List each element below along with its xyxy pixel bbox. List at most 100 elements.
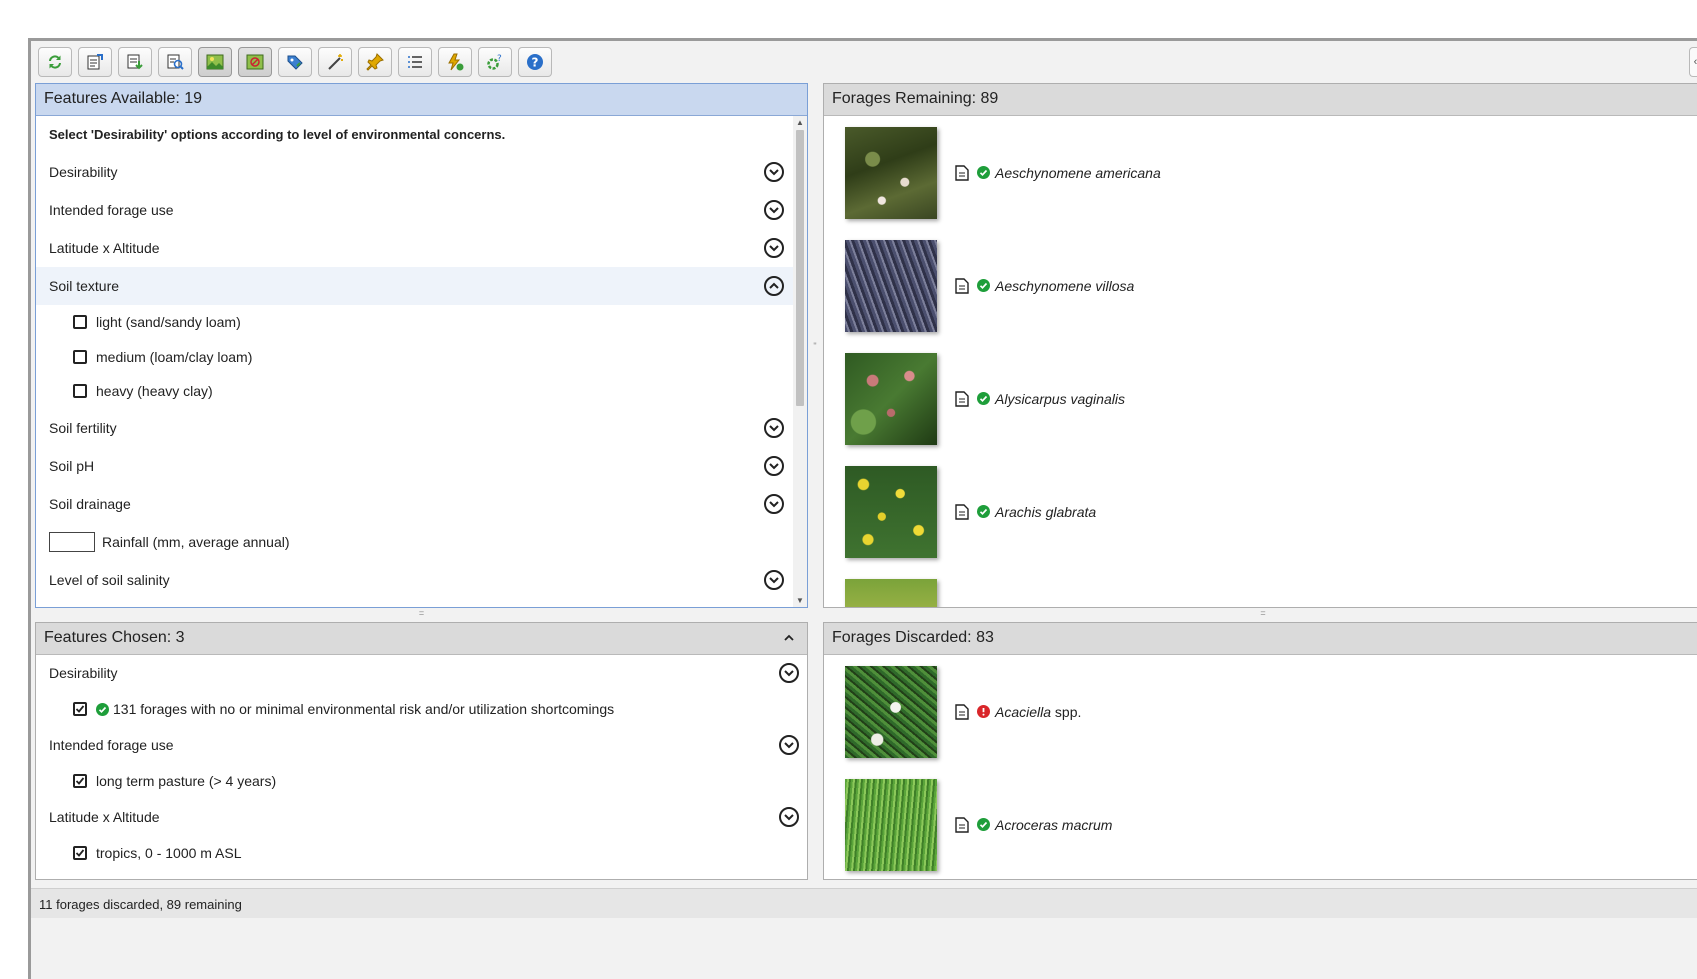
feature-soil-drainage[interactable]: Soil drainage [36,485,793,523]
feature-soil-fertility[interactable]: Soil fertility [36,409,793,447]
forage-item-partial[interactable] [824,568,1697,607]
splitter-vertical[interactable]: " [810,341,820,351]
feature-label: Soil pH [49,457,95,474]
forage-name[interactable]: Aeschynomene villosa [995,278,1134,294]
wand-icon [328,54,343,70]
document-icon[interactable] [955,277,969,294]
feature-latitude-altitude[interactable]: Latitude x Altitude [36,229,793,267]
forages-remaining-panel: Forages Remaining: 89 Aeschynomene ameri… [823,83,1697,608]
wand-button[interactable] [318,47,352,77]
chevron-up-icon[interactable] [781,623,797,653]
forage-photo[interactable] [845,778,937,871]
instruction-text: Select 'Desirability' options according … [49,127,506,142]
checkbox-checked[interactable] [73,774,87,788]
alert-circle-icon [977,705,990,718]
document-icon[interactable] [955,390,969,407]
soil-texture-option-medium[interactable]: medium (loam/clay loam) [36,340,793,375]
refresh-button[interactable] [38,47,72,77]
chosen-option[interactable]: tropics, 0 - 1000 m ASL [36,835,807,871]
forage-item[interactable]: Arachis glabrata [824,455,1697,568]
feature-intended-use[interactable]: Intended forage use [36,191,793,229]
pin-button[interactable] [358,47,392,77]
forage-photo[interactable] [845,126,937,219]
forage-item[interactable]: Acroceras macrum [824,768,1697,879]
help-settings-button[interactable]: ? [478,47,512,77]
filter-lightning-button[interactable] [438,47,472,77]
chosen-intended-use[interactable]: Intended forage use [36,727,807,763]
expand-chevron-icon[interactable] [764,238,784,258]
soil-texture-option-light[interactable]: light (sand/sandy loam) [36,305,793,340]
chosen-desirability[interactable]: Desirability [36,655,807,691]
features-scrollbar[interactable]: ▲ ▼ [793,116,807,607]
check-circle-icon [96,702,109,716]
rainfall-input[interactable] [49,531,95,552]
export-button[interactable] [78,47,112,77]
image-view-button[interactable] [198,47,232,77]
download-button[interactable] [118,47,152,77]
feature-desirability[interactable]: Desirability [36,153,793,191]
tag-button[interactable] [278,47,312,77]
chosen-latitude-altitude[interactable]: Latitude x Altitude [36,799,807,835]
chosen-option[interactable]: long term pasture (> 4 years) [36,763,807,799]
document-icon[interactable] [955,703,969,720]
forage-name[interactable]: Arachis glabrata [995,504,1096,520]
expand-chevron-icon[interactable] [764,162,784,182]
collapse-side-button[interactable]: ‹ [1689,47,1697,77]
splitter-left[interactable]: = [35,609,808,619]
forage-photo[interactable] [845,465,937,558]
chosen-option[interactable]: 131 forages with no or minimal environme… [36,691,807,727]
forage-item[interactable]: Alysicarpus vaginalis [824,342,1697,455]
scroll-up-icon[interactable]: ▲ [796,118,804,127]
forage-item[interactable]: Acaciella spp. [824,655,1697,768]
forage-name[interactable]: Acaciella spp. [995,704,1081,720]
checkbox-checked[interactable] [73,846,87,860]
soil-texture-option-heavy[interactable]: heavy (heavy clay) [36,374,793,409]
check-circle-icon [977,392,990,405]
feature-soil-ph[interactable]: Soil pH [36,447,793,485]
chosen-label: Intended forage use [49,737,174,753]
help-button[interactable]: ? [518,47,552,77]
feature-soil-texture[interactable]: Soil texture [36,267,793,305]
expand-chevron-icon[interactable] [779,807,799,827]
expand-chevron-icon[interactable] [779,663,799,683]
document-icon[interactable] [955,164,969,181]
document-icon[interactable] [955,816,969,833]
check-circle-icon [977,818,990,831]
help-settings-icon: ? [487,54,502,70]
forage-item[interactable]: Aeschynomene americana [824,116,1697,229]
feature-soil-salinity[interactable]: Level of soil salinity [36,561,793,599]
expand-chevron-icon[interactable] [764,455,784,476]
scroll-down-icon[interactable]: ▼ [796,596,804,605]
expand-chevron-icon[interactable] [764,493,784,514]
feature-label: Desirability [49,164,118,180]
collapse-chevron-icon[interactable] [764,276,784,296]
scroll-thumb[interactable] [796,130,804,406]
forages-discarded-header: Forages Discarded: 83 [824,623,1697,655]
forage-genus: Acaciella [995,703,1052,720]
expand-chevron-icon[interactable] [764,569,784,590]
list-button[interactable] [398,47,432,77]
forage-photo[interactable] [845,239,937,332]
forage-photo[interactable] [845,578,937,607]
status-bar: 11 forages discarded, 89 remaining [31,888,1697,918]
feature-label: Soil fertility [49,419,117,436]
expand-chevron-icon[interactable] [764,417,784,438]
search-list-button[interactable] [158,47,192,77]
forage-name[interactable]: Aeschynomene americana [995,165,1161,181]
forage-photo[interactable] [845,665,937,758]
expand-chevron-icon[interactable] [764,200,784,220]
svg-text:?: ? [497,54,502,64]
image-compare-button[interactable] [238,47,272,77]
forage-photo[interactable] [845,352,937,445]
splitter-right[interactable]: = [823,609,1697,619]
document-icon[interactable] [955,503,969,520]
forage-name[interactable]: Alysicarpus vaginalis [995,391,1125,407]
checkbox[interactable] [73,315,87,330]
forage-name[interactable]: Acroceras macrum [995,817,1112,833]
checkbox-checked[interactable] [73,702,87,716]
features-chosen-title: Features Chosen: 3 [44,629,185,646]
expand-chevron-icon[interactable] [779,735,799,755]
checkbox[interactable] [73,349,87,364]
checkbox[interactable] [73,384,87,399]
forage-item[interactable]: Aeschynomene villosa [824,229,1697,342]
